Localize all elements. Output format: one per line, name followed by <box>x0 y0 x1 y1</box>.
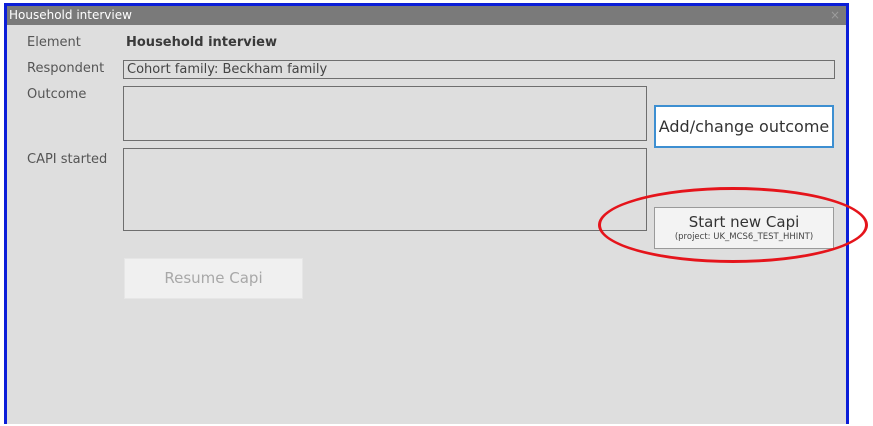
add-change-outcome-button[interactable]: Add/change outcome <box>654 105 834 148</box>
respondent-field: Cohort family: Beckham family <box>123 60 835 79</box>
capi-started-label: CAPI started <box>27 152 108 167</box>
respondent-label: Respondent <box>27 61 105 76</box>
outcome-label: Outcome <box>27 87 87 102</box>
window-titlebar: Household interview × <box>7 6 846 25</box>
window-title: Household interview <box>9 8 132 22</box>
close-icon[interactable]: × <box>830 6 840 25</box>
element-value: Household interview <box>126 35 278 50</box>
start-new-capi-project-label: (project: UK_MCS6_TEST_HHINT) <box>674 232 814 242</box>
start-new-capi-button[interactable]: Start new Capi (project: UK_MCS6_TEST_HH… <box>654 207 834 249</box>
household-interview-window: Household interview × Element Household … <box>4 3 849 424</box>
respondent-value: Cohort family: Beckham family <box>127 62 328 77</box>
start-new-capi-label: Start new Capi <box>688 213 800 231</box>
element-label: Element <box>27 35 81 50</box>
resume-capi-button[interactable]: Resume Capi <box>124 258 303 299</box>
outcome-field <box>123 86 647 141</box>
capi-started-field <box>123 148 647 231</box>
